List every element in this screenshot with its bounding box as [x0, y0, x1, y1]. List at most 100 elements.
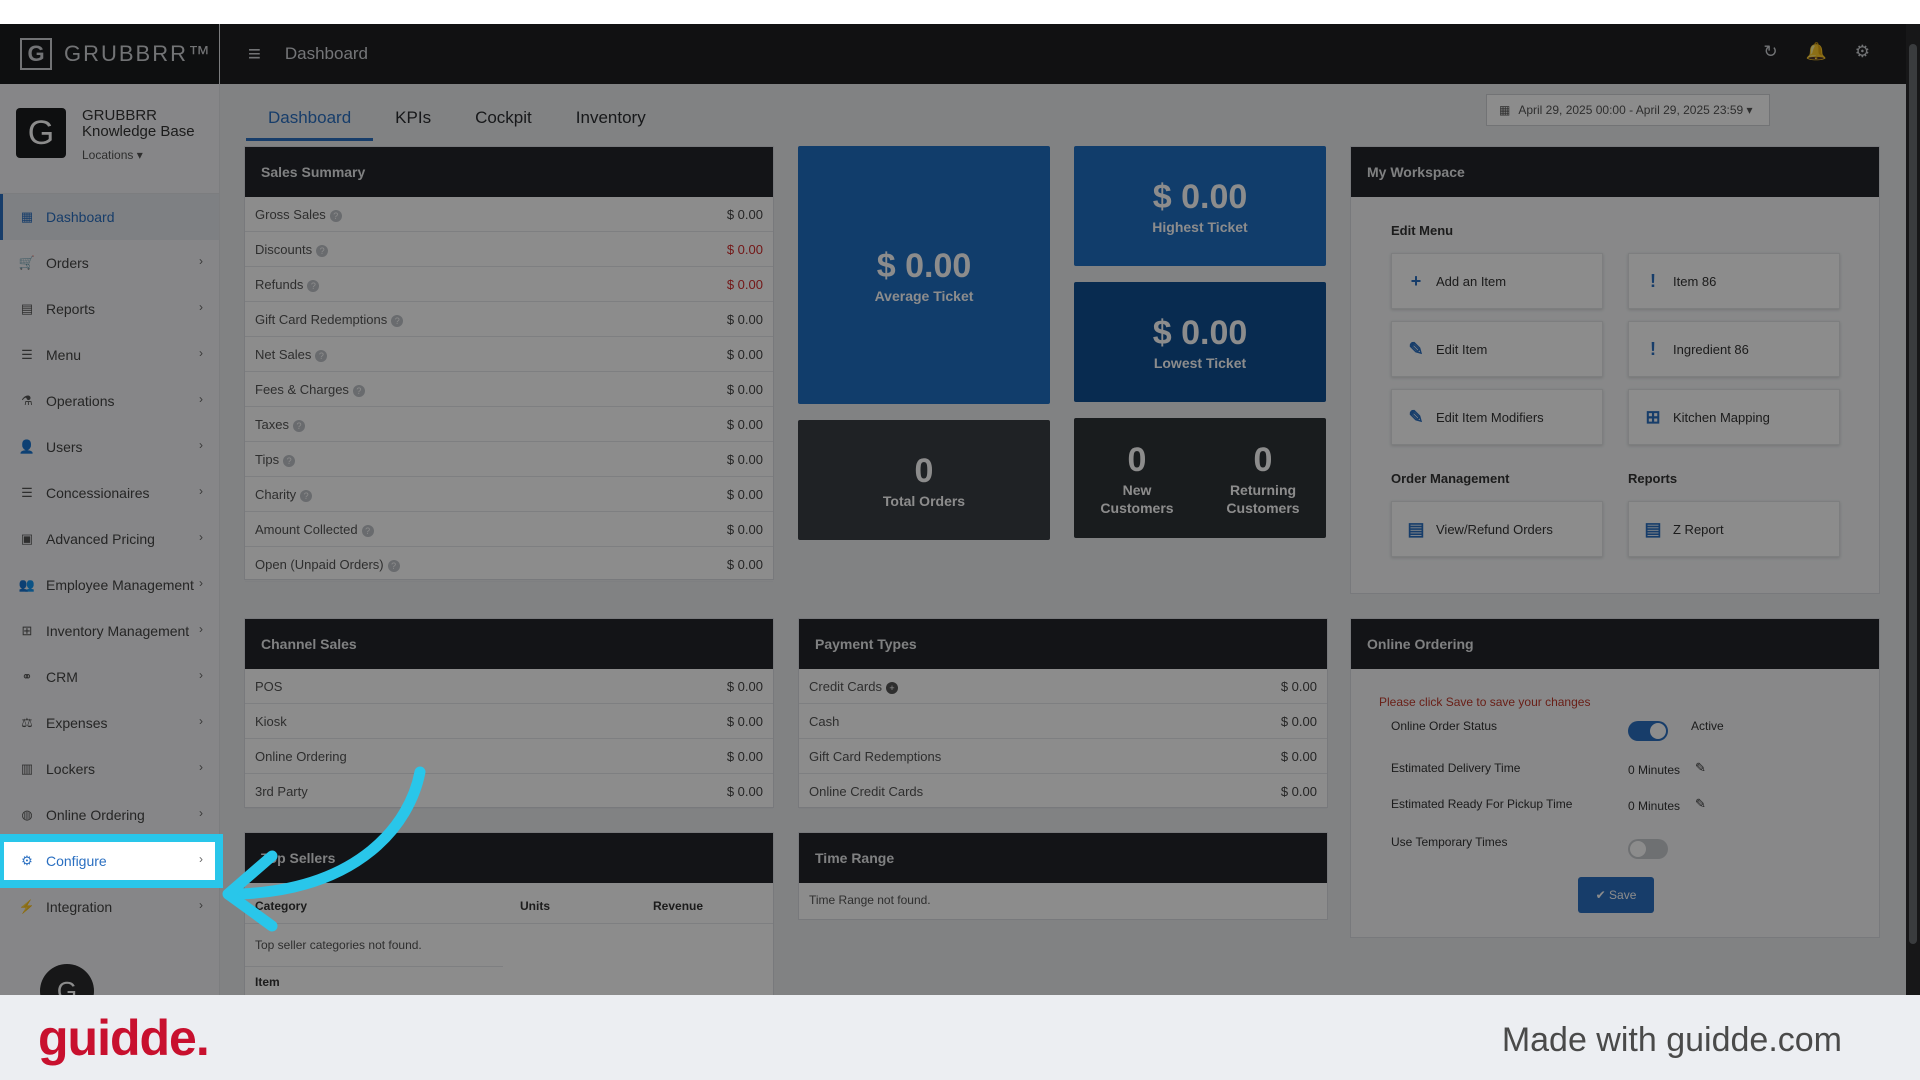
sidebar-item-concessionaires[interactable]: ☰ Concessionaires ›: [0, 470, 219, 516]
item-86-button[interactable]: ! Item 86: [1628, 253, 1840, 309]
user-avatar[interactable]: G: [40, 964, 94, 995]
sidebar-item-integration[interactable]: ⚡ Integration ›: [0, 884, 219, 930]
add-item-button[interactable]: + Add an Item: [1391, 253, 1603, 309]
sidebar-item-configure[interactable]: ⚙ Configure ›: [0, 834, 223, 888]
column-header: Units: [520, 899, 550, 913]
sidebar-item-crm[interactable]: ⚭ CRM ›: [0, 654, 219, 700]
my-workspace-panel: My Workspace Edit Menu + Add an Item ! Ite…: [1350, 146, 1880, 594]
row-label: Online Ordering: [255, 748, 347, 764]
plus-circle-icon: +: [1410, 270, 1422, 291]
money-icon: ▣: [20, 531, 34, 546]
globe-icon: ◍: [21, 807, 33, 822]
table-row: Tips? $ 0.00: [245, 442, 773, 477]
help-icon[interactable]: ?: [300, 489, 313, 502]
chevron-right-icon: ›: [199, 622, 203, 636]
chevron-right-icon: ›: [199, 898, 203, 912]
row-label: Refunds: [255, 276, 304, 292]
view-refund-orders-button[interactable]: ▤ View/Refund Orders: [1391, 501, 1603, 557]
bell-icon[interactable]: 🔔: [1806, 42, 1827, 62]
help-icon[interactable]: ?: [316, 244, 329, 257]
settings-gear-icon[interactable]: ⚙: [1855, 42, 1870, 62]
scrollbar[interactable]: [1906, 24, 1920, 995]
chevron-right-icon: ›: [199, 254, 203, 268]
topbar-icons: ↻ 🔔 ⚙: [1763, 42, 1870, 62]
profile-block: G GRUBBRR Knowledge Base Locations ▾: [0, 84, 219, 194]
pickup-time-value: 0 Minutes: [1628, 799, 1681, 813]
date-range-picker[interactable]: ▦ April 29, 2025 00:00 - April 29, 2025 …: [1486, 94, 1770, 126]
group-icon: 👥: [18, 577, 36, 592]
save-button[interactable]: ✔ Save: [1578, 877, 1654, 913]
row-label: Kiosk: [255, 713, 287, 729]
row-value: $ 0.00: [726, 451, 763, 467]
help-icon[interactable]: ?: [292, 419, 305, 432]
help-icon[interactable]: ?: [361, 524, 374, 537]
customers-tile: 0 New Customers 0 Returning Customers: [1074, 418, 1326, 538]
help-icon[interactable]: ?: [352, 384, 365, 397]
row-label: Fees & Charges: [255, 381, 349, 397]
sidebar-item-users[interactable]: 👤 Users ›: [0, 424, 219, 470]
plus-circle-icon[interactable]: +: [885, 681, 898, 694]
help-icon[interactable]: ?: [315, 349, 328, 362]
sidebar-item-lockers[interactable]: ▥ Lockers ›: [0, 746, 219, 792]
refresh-icon[interactable]: ↻: [1763, 42, 1777, 62]
row-value: $ 0.00: [726, 713, 763, 729]
tab-kpis[interactable]: KPIs: [373, 98, 453, 141]
sidebar-item-menu[interactable]: ☰ Menu ›: [0, 332, 219, 378]
kitchen-mapping-button[interactable]: ⊞ Kitchen Mapping: [1628, 389, 1840, 445]
sidebar-item-orders[interactable]: 🛒 Orders ›: [0, 240, 219, 286]
edit-item-button[interactable]: ✎ Edit Item: [1391, 321, 1603, 377]
row-label: Taxes: [255, 416, 289, 432]
scrollbar-thumb[interactable]: [1909, 44, 1917, 944]
ingredient-86-button[interactable]: ! Ingredient 86: [1628, 321, 1840, 377]
sidebar-item-expenses[interactable]: ⚖ Expenses ›: [0, 700, 219, 746]
row-value: $ 0.00: [1280, 678, 1317, 694]
tab-inventory[interactable]: Inventory: [554, 98, 668, 141]
sidebar-item-advanced-pricing[interactable]: ▣ Advanced Pricing ›: [0, 516, 219, 562]
gear-icon: ⚙: [21, 853, 33, 868]
document-icon: ▤: [1407, 518, 1425, 539]
edit-pencil-icon[interactable]: ✎: [1695, 760, 1706, 776]
hamburger-icon[interactable]: ≡: [248, 41, 261, 67]
avatar: G: [16, 108, 66, 158]
sales-summary-panel: Sales Summary Gross Sales? $ 0.00 Discoun…: [244, 146, 774, 582]
tile-label: Average Ticket: [874, 287, 974, 304]
temporary-times-toggle[interactable]: [1628, 839, 1668, 859]
logo-bar: G GRUBBRR™: [0, 24, 219, 84]
help-icon[interactable]: ?: [307, 279, 320, 292]
sidebar-item-online-ordering[interactable]: ◍ Online Ordering ›: [0, 792, 219, 838]
table-row: Amount Collected? $ 0.00: [245, 512, 773, 547]
cart-icon: 🛒: [18, 255, 36, 270]
profile-name-line2: Knowledge Base: [82, 123, 195, 140]
list-icon: ☰: [21, 485, 33, 500]
sidebar-item-operations[interactable]: ⚗ Operations ›: [0, 378, 219, 424]
locations-dropdown[interactable]: Locations ▾: [82, 148, 195, 162]
z-report-button[interactable]: ▤ Z Report: [1628, 501, 1840, 557]
edit-item-modifiers-button[interactable]: ✎ Edit Item Modifiers: [1391, 389, 1603, 445]
table-row: POS $ 0.00: [245, 669, 773, 704]
chevron-right-icon: ›: [199, 668, 203, 682]
document-icon: ▤: [1644, 518, 1662, 539]
sidebar-item-reports[interactable]: ▤ Reports ›: [0, 286, 219, 332]
help-icon[interactable]: ?: [329, 209, 342, 222]
dashboard-tabs: Dashboard KPIs Cockpit Inventory: [246, 98, 668, 141]
help-icon[interactable]: ?: [387, 559, 400, 572]
sidebar-item-employee-management[interactable]: 👥 Employee Management ›: [0, 562, 219, 608]
sidebar-item-inventory-management[interactable]: ⊞ Inventory Management ›: [0, 608, 219, 654]
sidebar-item-dashboard[interactable]: ▦ Dashboard: [0, 194, 219, 240]
highest-ticket-tile: $ 0.00 Highest Ticket: [1074, 146, 1326, 266]
tab-dashboard[interactable]: Dashboard: [246, 98, 374, 141]
new-customers: 0 New Customers: [1100, 441, 1173, 516]
returning-customers: 0 Returning Customers: [1226, 441, 1299, 516]
app-screen: G GRUBBRR™ G GRUBBRR Knowledge Base Loca…: [0, 24, 1920, 995]
exclamation-icon: !: [1650, 270, 1656, 291]
plug-icon: ⚡: [18, 899, 36, 914]
help-icon[interactable]: ?: [283, 454, 296, 467]
tile-label: Returning: [1229, 481, 1297, 498]
chevron-right-icon: ›: [199, 576, 203, 590]
help-icon[interactable]: ?: [391, 314, 404, 327]
tab-cockpit[interactable]: Cockpit: [453, 98, 554, 141]
online-order-status-toggle[interactable]: [1628, 721, 1668, 741]
edit-pencil-icon[interactable]: ✎: [1695, 796, 1706, 812]
sitemap-icon: ⊞: [1645, 406, 1661, 427]
tile-value: 0: [914, 451, 934, 490]
